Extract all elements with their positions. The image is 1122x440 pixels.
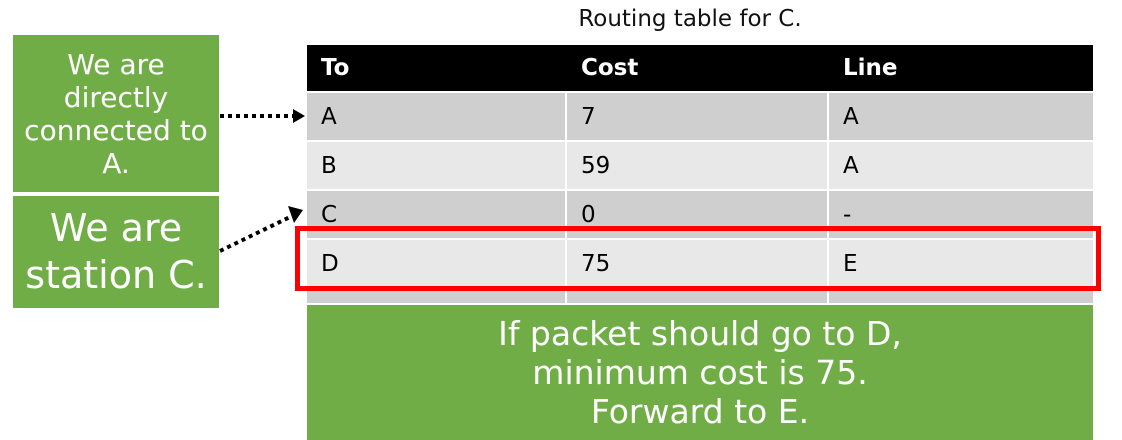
arrow-to-row-c [219, 206, 303, 253]
arrow-to-row-a [220, 109, 305, 123]
connector-arrows [219, 109, 305, 253]
